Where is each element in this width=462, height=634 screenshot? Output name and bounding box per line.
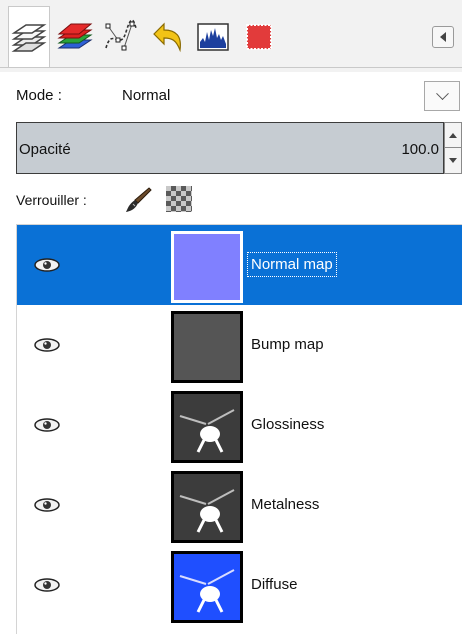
mode-select-value[interactable]: Normal: [122, 87, 170, 104]
opacity-spinner[interactable]: [444, 122, 462, 174]
tab-undo-history[interactable]: [146, 8, 188, 66]
channels-icon: [57, 23, 93, 49]
layer-row-metalness[interactable]: Metalness: [17, 465, 462, 545]
paintbrush-icon: [126, 187, 152, 212]
undo-history-icon: [153, 22, 181, 53]
layer-thumbnail: [171, 391, 243, 463]
tab-layers[interactable]: [8, 6, 50, 68]
layer-name[interactable]: Glossiness: [251, 416, 324, 433]
layer-thumbnail: [171, 471, 243, 543]
layers-list: Normal map Bump map Glossiness Metalness…: [16, 224, 462, 634]
opacity-slider[interactable]: Opacité 100.0: [16, 122, 444, 174]
eye-visibility-icon[interactable]: [33, 417, 61, 433]
tab-histogram[interactable]: [192, 8, 234, 66]
layer-name[interactable]: Metalness: [251, 496, 319, 513]
opacity-label: Opacité: [19, 141, 71, 158]
eye-visibility-icon[interactable]: [33, 577, 61, 593]
chevron-down-icon: [435, 86, 449, 100]
drone-silhouette-icon: [179, 569, 235, 613]
tab-menu-button[interactable]: [432, 26, 454, 48]
tab-divider: [0, 67, 462, 68]
drone-silhouette-icon: [179, 489, 235, 533]
layer-thumbnail: [171, 231, 243, 303]
layer-name[interactable]: Diffuse: [251, 576, 297, 593]
opacity-decrement-button[interactable]: [445, 148, 461, 173]
dock-tab-strip: [0, 0, 462, 72]
eye-visibility-icon[interactable]: [33, 257, 61, 273]
tab-color-swatch[interactable]: [238, 8, 280, 66]
layer-row-diffuse[interactable]: Diffuse: [17, 545, 462, 625]
arrow-down-icon: [449, 158, 457, 163]
layers-icon: [11, 23, 47, 52]
opacity-value[interactable]: 100.0: [401, 141, 439, 158]
lock-alpha-toggle[interactable]: [166, 186, 192, 212]
arrow-up-icon: [449, 132, 457, 138]
mode-label: Mode :: [16, 87, 62, 104]
lock-row: Verrouiller :: [0, 180, 462, 220]
lock-pixels-toggle[interactable]: [124, 186, 152, 219]
drone-silhouette-icon: [179, 409, 235, 453]
layer-row-normal-map[interactable]: Normal map: [17, 225, 462, 305]
layer-name[interactable]: Normal map: [247, 252, 337, 277]
tab-channels[interactable]: [54, 8, 96, 66]
paths-icon: [105, 19, 137, 51]
mode-row: Mode : Normal: [0, 74, 462, 116]
layer-name[interactable]: Bump map: [251, 336, 324, 353]
eye-visibility-icon[interactable]: [33, 337, 61, 353]
lock-label: Verrouiller :: [16, 192, 87, 208]
tab-paths[interactable]: [100, 8, 142, 66]
triangle-left-icon: [440, 32, 446, 42]
histogram-icon: [197, 23, 229, 51]
color-swatch-icon: [246, 24, 272, 50]
eye-visibility-icon[interactable]: [33, 497, 61, 513]
layer-row-bump-map[interactable]: Bump map: [17, 305, 462, 385]
layer-thumbnail: [171, 311, 243, 383]
layer-thumbnail: [171, 551, 243, 623]
mode-dropdown-button[interactable]: [424, 81, 460, 111]
opacity-increment-button[interactable]: [445, 123, 461, 148]
layer-row-glossiness[interactable]: Glossiness: [17, 385, 462, 465]
